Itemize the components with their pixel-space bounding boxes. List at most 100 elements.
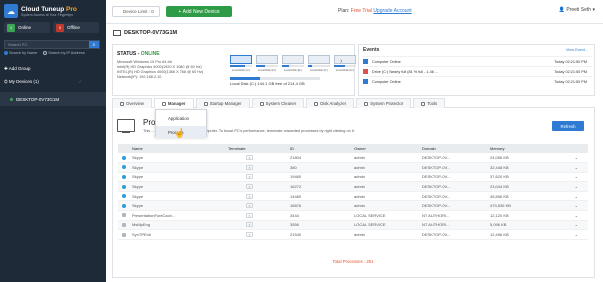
offline-filter[interactable]: 0 Offline (53, 22, 99, 33)
terminate-cell: × (208, 172, 278, 183)
process-icon (122, 222, 126, 227)
process-icon (122, 184, 126, 189)
process-memory-cell: 12,496 KB ⌄ (488, 229, 588, 240)
event-text: Computer Online (372, 59, 401, 64)
tab-label: Disk Analyzer (320, 101, 347, 106)
column-header[interactable]: ID (278, 144, 352, 153)
brand-logo: ☁ Cloud Tuneup Pro System Access at Your… (4, 4, 77, 18)
disk-item[interactable]: Local Disk (D:) (256, 55, 278, 72)
search-by-ip-radio[interactable]: Search by IP Address (43, 51, 85, 55)
brand-name: Cloud Tuneup (21, 5, 65, 13)
tab-disk-analyzer[interactable]: Disk Analyzer (306, 98, 355, 108)
terminate-button[interactable]: × (246, 184, 253, 190)
process-owner: LOCAL SERVICE (352, 210, 412, 221)
event-time: Today 02:21:50 PM (554, 59, 587, 64)
chevron-down-icon[interactable]: ⌄ (575, 155, 578, 160)
tab-overview[interactable]: Overview (112, 98, 152, 108)
tab-manager[interactable]: Manager (153, 98, 194, 108)
add-new-device-button[interactable]: + Add New Device (166, 6, 232, 17)
chevron-down-icon[interactable]: ⌄ (575, 184, 578, 189)
table-row[interactable]: Skype × 21804 admin DESKTOP-0V... 24,056 KB ⌄ (118, 153, 588, 164)
process-owner: LOCAL SERVICE (352, 220, 412, 231)
disk-item[interactable]: Local Disk (C:) (230, 55, 252, 72)
event-row: Drive (C:) Nearly full (81 % full - 1.46… (363, 66, 592, 76)
table-row[interactable]: PresentationFontCach... × 3444 LOCAL SERVIC… (118, 210, 588, 221)
table-row[interactable]: SynTPEnh × 21540 admin DESKTOP-0V... 12,496 K… (118, 229, 588, 240)
search-input[interactable]: Search PC ⌕ (4, 40, 100, 49)
disk-item[interactable]: Local Disk (F:) (308, 55, 330, 72)
search-icon[interactable]: ⌕ (89, 41, 99, 48)
process-name: SynTPEnh (132, 232, 152, 238)
process-domain: DESKTOP-0V... (412, 200, 488, 212)
column-header[interactable]: Domain (412, 144, 488, 153)
tab-tools[interactable]: Tools (413, 98, 446, 108)
process-name-cell: Skype (118, 172, 208, 183)
refresh-button[interactable]: Refresh (552, 121, 584, 131)
chevron-down-icon[interactable]: ⌄ (575, 213, 578, 218)
process-name-cell: Skype (118, 191, 208, 202)
table-row[interactable]: Skype × 16876 admin DESKTOP-0V... 479,536 KB ⌄ (118, 200, 588, 212)
table-row[interactable]: Skype × 19460 admin DESKTOP-0V... 37,620 KB ⌄ (118, 172, 588, 183)
process-domain: NT AUTHORI... (412, 220, 488, 231)
process-memory: 45,896 KB (490, 193, 509, 199)
process-id: 3556 (278, 220, 352, 231)
tab-startup-manager[interactable]: Startup Manager (195, 98, 250, 108)
chevron-down-icon[interactable]: ⌄ (575, 174, 578, 179)
radio-icon (43, 51, 48, 55)
my-devices-group[interactable]: ⛭ My Devices (1) ⟋ (4, 79, 102, 84)
column-header[interactable]: Owner (352, 144, 412, 153)
event-time: Today 02:21:50 PM (554, 69, 587, 74)
terminate-button[interactable]: × (246, 193, 253, 199)
tab-label: System Protector (370, 101, 404, 106)
search-placeholder: Search PC (8, 42, 28, 47)
monitor-icon (113, 30, 121, 36)
table-row[interactable]: Skype × 380 admin DESKTOP-0V... 32,448 KB ⌄ (118, 162, 588, 173)
terminate-button[interactable]: × (246, 232, 253, 238)
menu-item-application[interactable]: Application (156, 112, 206, 124)
view-event-link[interactable]: View Event... (566, 48, 588, 52)
disk-label: Local Disk (E:) (283, 68, 303, 72)
terminate-button[interactable]: × (246, 155, 253, 161)
terminate-button[interactable]: × (246, 212, 253, 218)
panel-title: Pro (143, 118, 156, 127)
disk-item[interactable]: Local Disk (E:) (282, 55, 304, 72)
column-header[interactable]: Name (118, 144, 208, 153)
chevron-down-icon[interactable]: ⌄ (575, 232, 578, 237)
terminate-button[interactable]: × (246, 222, 253, 228)
terminate-button[interactable]: × (246, 164, 253, 170)
chevron-down-icon[interactable]: ⌄ (575, 222, 578, 227)
terminate-button[interactable]: × (246, 174, 253, 180)
manager-icon (161, 101, 166, 106)
user-menu[interactable]: 👤 Preeti Seth ▾ (559, 7, 595, 13)
table-row[interactable]: Skype × 14480 admin DESKTOP-0V... 45,896 KB ⌄ (118, 191, 588, 202)
terminate-button[interactable]: × (246, 203, 253, 209)
monitor-icon (363, 79, 368, 84)
table-row[interactable]: Skype × 16272 admin DESKTOP-0V... 23,044 KB ⌄ (118, 181, 588, 192)
process-domain: DESKTOP-0V... (412, 153, 488, 164)
chevron-down-icon[interactable]: ⌄ (575, 194, 578, 199)
event-text: Drive (C:) Nearly full (81 % full - 1.46… (372, 69, 439, 74)
offline-label: Offline (67, 25, 80, 30)
sidebar-device-item[interactable]: DESKTOP-0V73G1M (0, 92, 106, 106)
monitor-icon (363, 59, 368, 64)
search-by-name-radio[interactable]: Search by Name (4, 51, 37, 55)
process-id: 380 (278, 162, 352, 173)
process-name-cell: Skype (118, 153, 208, 164)
chevron-down-icon[interactable]: ⌄ (575, 165, 578, 170)
chevron-right-icon[interactable]: › (340, 58, 342, 65)
column-header[interactable]: Terminate (208, 144, 278, 153)
disk-item[interactable]: Local Disk (G:) (334, 55, 356, 72)
process-name: PresentationFontCach... (132, 212, 176, 218)
chevron-down-icon[interactable]: ⌄ (575, 203, 578, 208)
add-group-button[interactable]: ✚ Add Group (4, 66, 31, 72)
disk-icon (256, 55, 278, 64)
column-header[interactable]: Memory (488, 144, 588, 153)
process-name-cell: SynTPEnh (118, 229, 208, 240)
tab-system-cleaner[interactable]: System Cleaner (251, 98, 305, 108)
table-row[interactable]: MsMpEng × 3556 LOCAL SERVICE NT AUTHORI... 5,… (118, 220, 588, 231)
tab-system-protector[interactable]: System Protector (356, 98, 412, 108)
online-filter[interactable]: 1 Online (4, 22, 50, 33)
tab-bar: Overview Manager Startup Manager System … (112, 98, 595, 108)
add-group-label: Add Group (8, 66, 31, 71)
upgrade-account-link[interactable]: Upgrade Account (373, 8, 411, 14)
